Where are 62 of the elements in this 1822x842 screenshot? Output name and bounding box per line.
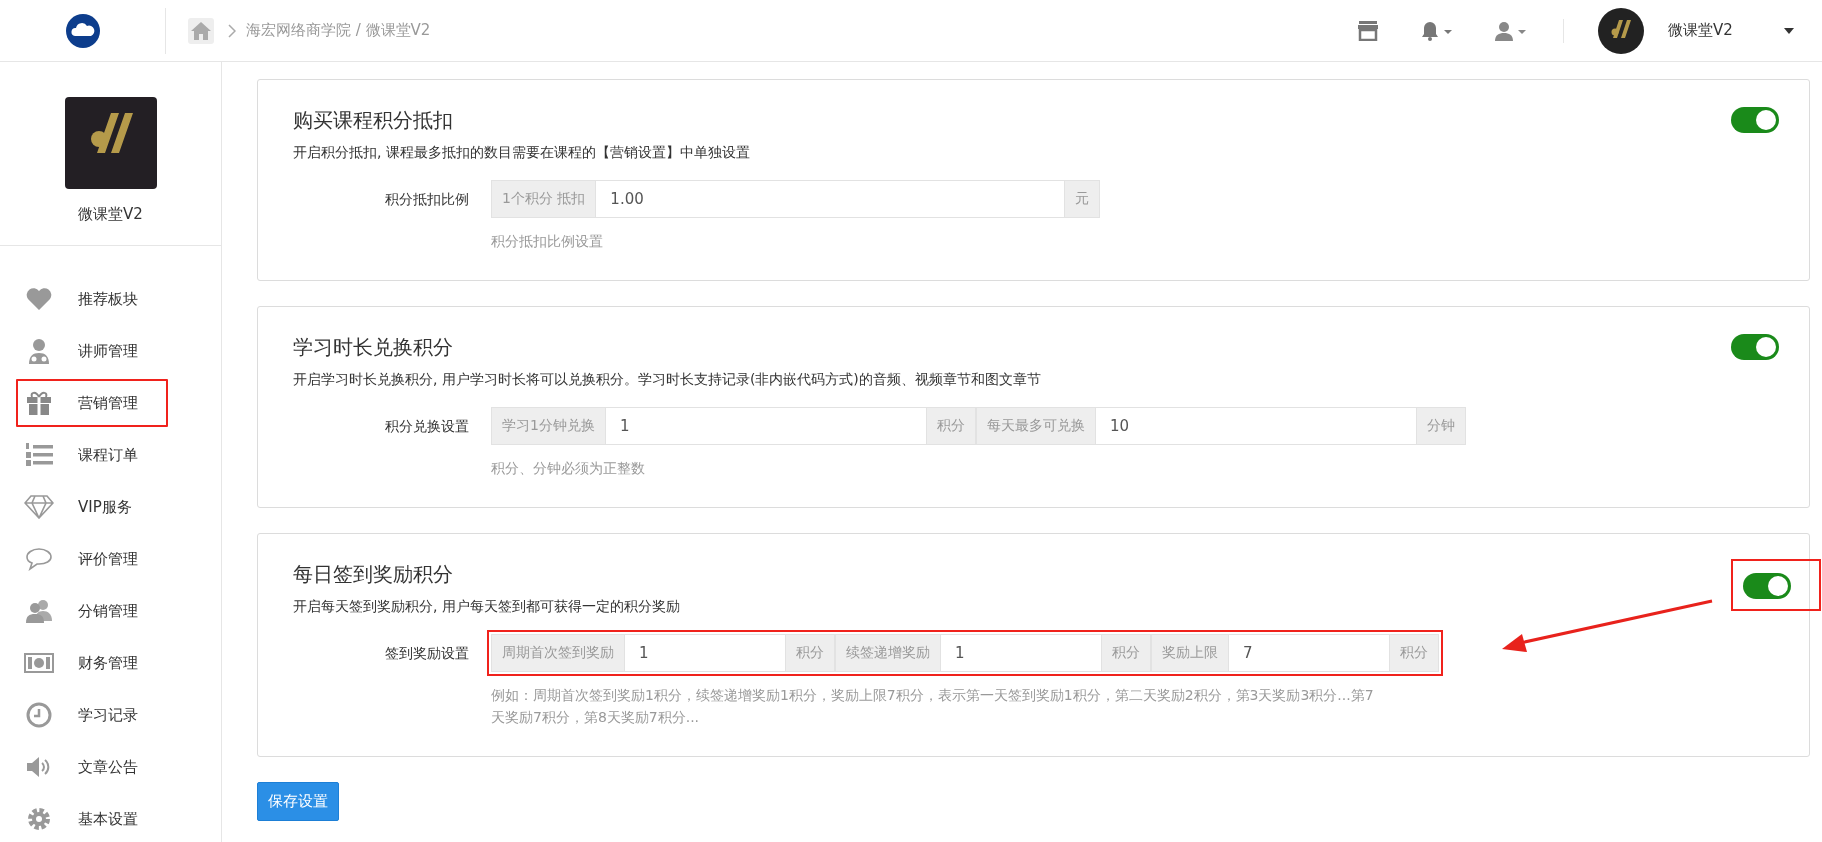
input-addon: 奖励上限 bbox=[1151, 634, 1229, 672]
field-label: 积分抵扣比例 bbox=[384, 190, 469, 209]
caret-icon[interactable] bbox=[1784, 27, 1794, 34]
heart-icon bbox=[24, 287, 54, 311]
input-addon: 周期首次签到奖励 bbox=[491, 634, 625, 672]
sidebar-item[interactable]: 营销管理 bbox=[14, 377, 170, 429]
sidebar-item[interactable]: 评价管理 bbox=[0, 533, 221, 585]
toggle-switch[interactable] bbox=[1731, 334, 1779, 360]
input-field[interactable]: 1 bbox=[941, 634, 1101, 672]
user-name[interactable]: 微课堂V2 bbox=[1668, 21, 1778, 40]
toggle-switch[interactable] bbox=[1743, 573, 1791, 599]
input-addon: 学习1分钟兑换 bbox=[491, 407, 606, 445]
help-text: 例如：周期首次签到奖励1积分，续签递增奖励1积分，奖励上限7积分，表示第一天签到奖励1积分，第二天奖励2积分，第3天奖励3积分...第7天奖励7积分，第8天奖励7积分... bbox=[491, 686, 1375, 727]
store-icon[interactable] bbox=[1357, 20, 1379, 41]
cloud-logo-icon bbox=[65, 13, 100, 48]
field-label: 积分兑换设置 bbox=[384, 417, 469, 436]
sidebar-item[interactable]: VIP服务 bbox=[0, 481, 221, 533]
bell-icon[interactable] bbox=[1421, 20, 1453, 41]
input-addon: 元 bbox=[1064, 180, 1101, 218]
input-addon: 积分 bbox=[1101, 634, 1151, 672]
section-title: 学习时长兑换积分 bbox=[293, 334, 454, 361]
user-icon[interactable] bbox=[1495, 20, 1527, 41]
sidebar-item[interactable]: 财务管理 bbox=[0, 637, 221, 689]
sidebar-item[interactable]: 课程订单 bbox=[0, 429, 221, 481]
input-addon: 每天最多可兑换 bbox=[975, 407, 1096, 445]
sidebar-item[interactable]: 基本设置 bbox=[0, 793, 221, 842]
section-description: 开启积分抵扣, 课程最多抵扣的数目需要在课程的【营销设置】中单独设置 bbox=[293, 144, 750, 162]
input-field[interactable]: 10 bbox=[1095, 407, 1416, 445]
diamond-icon bbox=[24, 495, 54, 519]
sidebar-item[interactable]: 学习记录 bbox=[0, 689, 221, 741]
input-addon: 续签递增奖励 bbox=[835, 634, 941, 672]
sidebar-item[interactable]: 分销管理 bbox=[0, 585, 221, 637]
home-button[interactable] bbox=[188, 17, 214, 44]
field-label: 签到奖励设置 bbox=[384, 644, 469, 663]
help-text: 积分抵扣比例设置 bbox=[491, 232, 604, 251]
section-title: 每日签到奖励积分 bbox=[293, 561, 454, 588]
toggle-switch[interactable] bbox=[1731, 107, 1779, 133]
chevron-right-icon bbox=[228, 23, 236, 38]
avatar-logo-icon[interactable] bbox=[1598, 7, 1644, 54]
input-field[interactable]: 1.00 bbox=[596, 180, 1065, 218]
banknote-icon bbox=[24, 653, 54, 673]
gift-icon bbox=[24, 391, 54, 415]
users-icon bbox=[24, 599, 54, 623]
input-addon: 1个积分 抵扣 bbox=[491, 180, 597, 218]
section-title: 购买课程积分抵扣 bbox=[293, 107, 454, 134]
shop-name: 微课堂V2 bbox=[78, 205, 143, 224]
input-addon: 积分 bbox=[1389, 634, 1439, 672]
input-addon: 积分 bbox=[785, 634, 835, 672]
speech-bubble-icon bbox=[24, 547, 54, 571]
sidebar-item[interactable]: 讲师管理 bbox=[0, 325, 221, 377]
help-text: 积分、分钟必须为正整数 bbox=[491, 459, 646, 478]
section-description: 开启学习时长兑换积分, 用户学习时长将可以兑换积分。学习时长支持记录(非内嵌代码方式)的音频、视频章节和图文章节 bbox=[293, 371, 1041, 389]
section-description: 开启每天签到奖励积分, 用户每天签到都可获得一定的积分奖励 bbox=[293, 598, 680, 616]
input-field[interactable]: 1 bbox=[625, 634, 785, 672]
input-field[interactable]: 7 bbox=[1229, 634, 1389, 672]
sidebar-item[interactable]: 文章公告 bbox=[0, 741, 221, 793]
input-field[interactable]: 1 bbox=[605, 407, 926, 445]
clock-icon bbox=[24, 702, 54, 728]
input-addon: 分钟 bbox=[1415, 407, 1466, 445]
input-addon: 积分 bbox=[925, 407, 976, 445]
numbered-list-icon bbox=[24, 443, 54, 467]
sidebar-item[interactable]: 推荐板块 bbox=[0, 273, 221, 325]
